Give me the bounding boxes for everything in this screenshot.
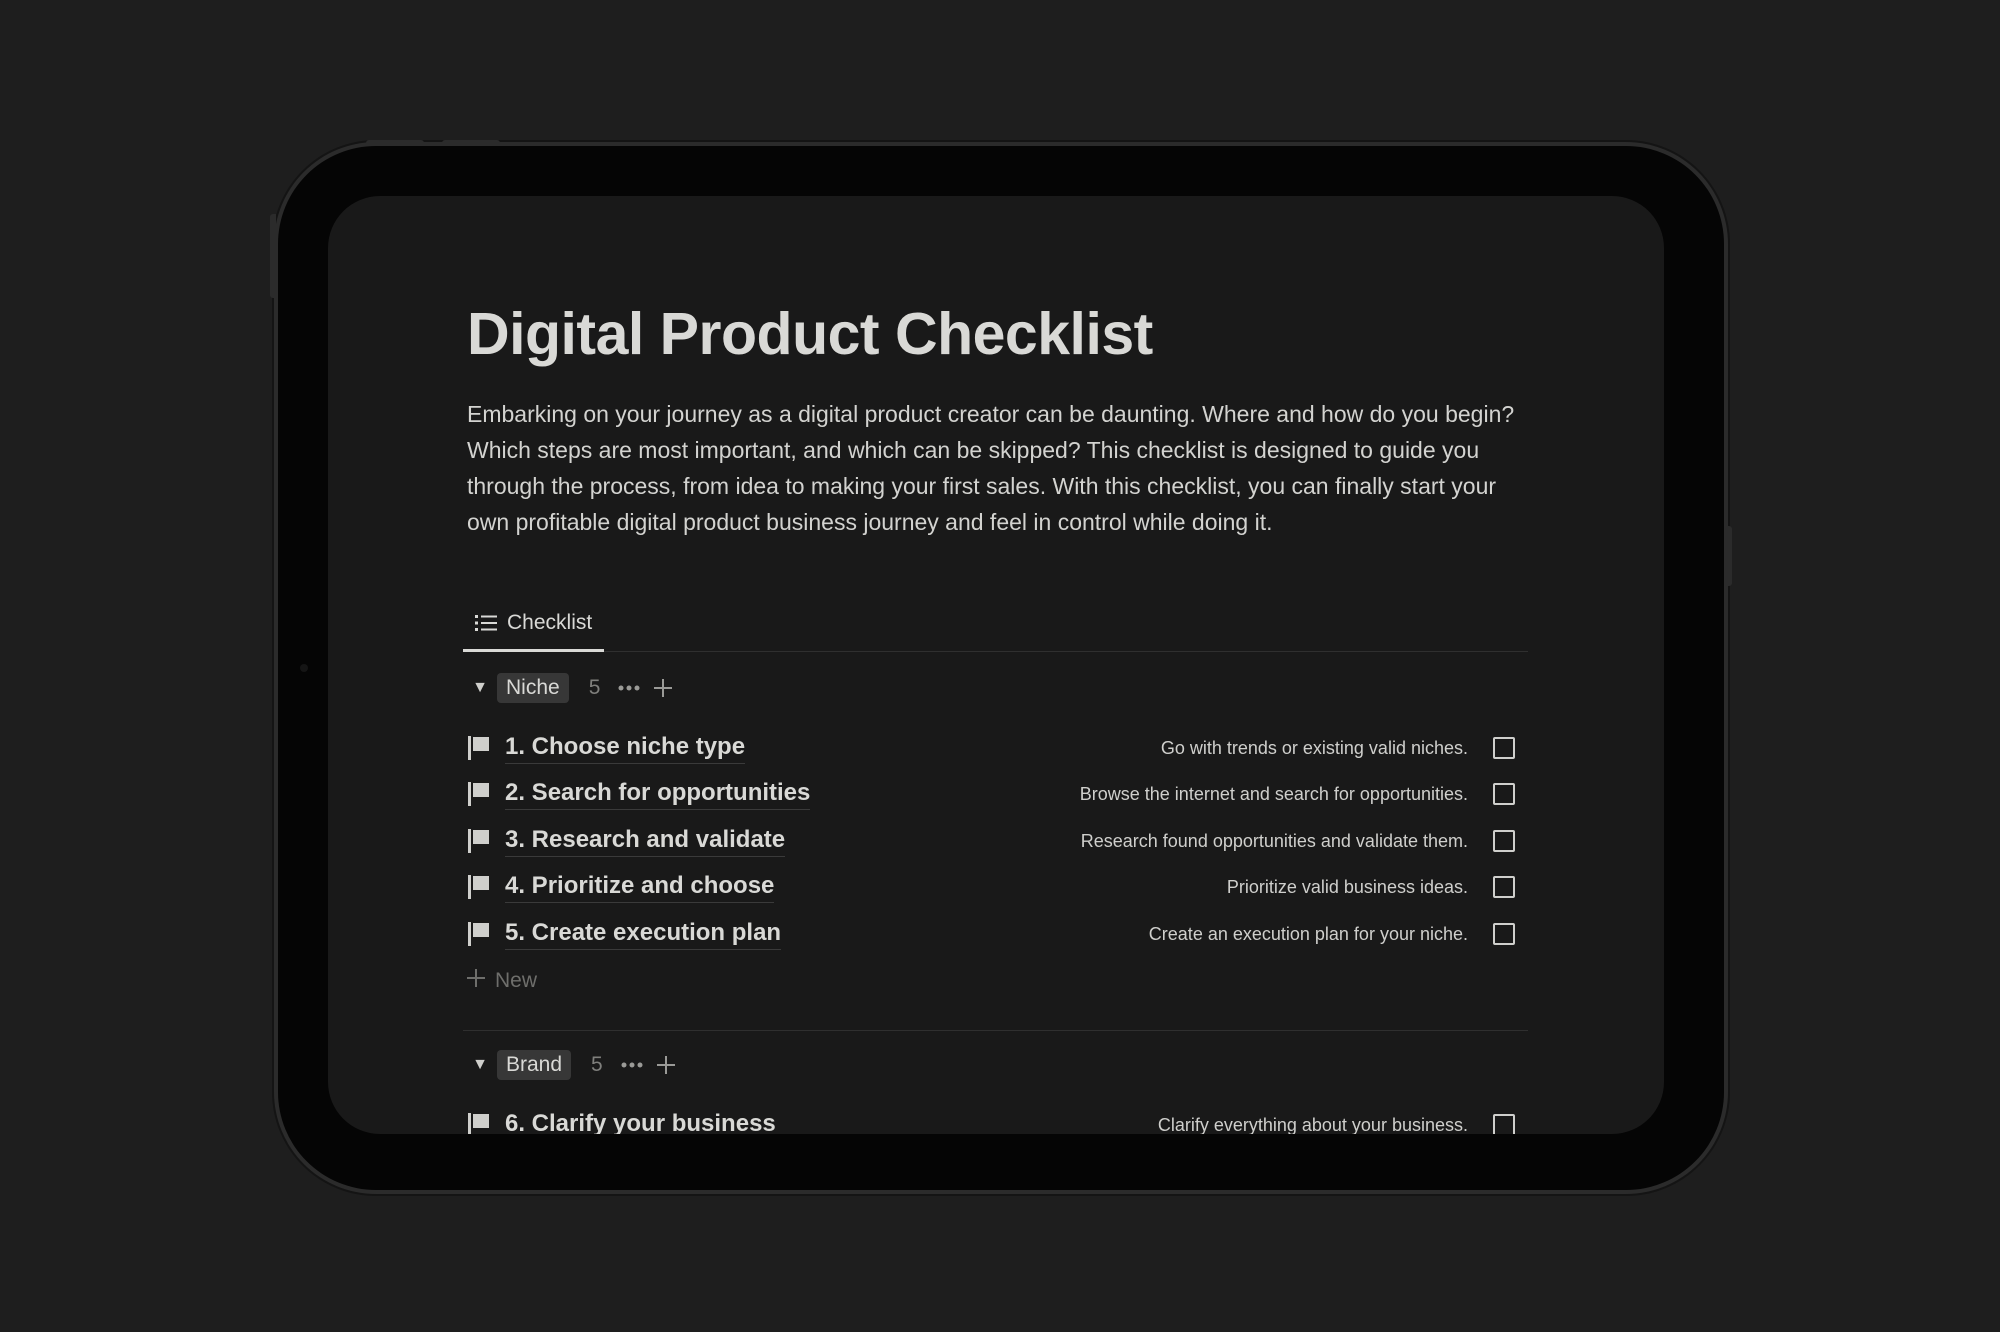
checklist-row[interactable]: 3. Research and validate Research found … — [463, 818, 1528, 864]
item-title[interactable]: 6. Clarify your business — [505, 1110, 776, 1135]
item-title[interactable]: 2. Search for opportunities — [505, 779, 811, 810]
checklist-row[interactable]: 2. Search for opportunities Browse the i… — [463, 771, 1528, 817]
front-camera — [300, 664, 308, 672]
flag-icon — [467, 735, 495, 761]
tab-checklist-label: Checklist — [507, 610, 593, 634]
item-title[interactable]: 3. Research and validate — [505, 826, 786, 857]
side-button — [270, 214, 276, 298]
checklist-row[interactable]: 4. Prioritize and choose Prioritize vali… — [463, 864, 1528, 910]
flag-icon — [467, 874, 495, 900]
item-checkbox[interactable] — [1493, 1114, 1515, 1134]
item-title[interactable]: 4. Prioritize and choose — [505, 872, 775, 903]
item-description: Prioritize valid business ideas. — [1226, 876, 1468, 897]
group-count: 5 — [588, 676, 601, 699]
new-item-button[interactable]: New — [467, 961, 537, 1001]
item-checkbox[interactable] — [1493, 737, 1515, 759]
collapse-toggle-icon[interactable]: ▼ — [463, 679, 497, 697]
flag-icon — [467, 781, 495, 807]
new-item-label: New — [495, 969, 538, 992]
item-description: Clarify everything about your business. — [1157, 1114, 1468, 1135]
plus-icon — [467, 969, 485, 993]
item-description: Browse the internet and search for oppor… — [1079, 783, 1468, 804]
page-title: Digital Product Checklist — [467, 301, 1153, 367]
item-checkbox[interactable] — [1493, 876, 1515, 898]
item-description: Go with trends or existing valid niches. — [1160, 737, 1468, 758]
flag-icon — [467, 921, 495, 947]
add-icon[interactable] — [654, 679, 673, 697]
group-header-niche: ▼ Niche 5 — [463, 668, 673, 708]
more-options-icon[interactable] — [618, 685, 640, 691]
volume-up-button — [366, 140, 424, 146]
checklist-row[interactable]: 1. Choose niche type Go with trends or e… — [463, 725, 1528, 771]
item-checkbox[interactable] — [1493, 923, 1515, 945]
tablet-device: Digital Product Checklist Embarking on y… — [270, 140, 1732, 1190]
item-checkbox[interactable] — [1493, 783, 1515, 805]
right-side-button — [1726, 526, 1732, 586]
flag-icon — [467, 828, 495, 854]
checklist-row[interactable]: 5. Create execution plan Create an execu… — [463, 911, 1528, 957]
item-checkbox[interactable] — [1493, 830, 1515, 852]
page-description: Embarking on your journey as a digital p… — [467, 401, 1515, 535]
add-icon[interactable] — [656, 1056, 675, 1074]
group-divider — [463, 1030, 1528, 1031]
collapse-toggle-icon[interactable]: ▼ — [463, 1056, 497, 1074]
group-count: 5 — [591, 1053, 603, 1076]
item-title[interactable]: 5. Create execution plan — [505, 919, 782, 950]
checklist-row[interactable]: 6. Clarify your business Clarify everyth… — [463, 1102, 1528, 1134]
item-title[interactable]: 1. Choose niche type — [505, 733, 746, 764]
group-label-brand[interactable]: Brand — [497, 1050, 572, 1080]
group-label-niche[interactable]: Niche — [497, 673, 569, 703]
flag-icon — [467, 1112, 495, 1134]
item-description: Create an execution plan for your niche. — [1148, 923, 1468, 944]
list-icon — [475, 614, 497, 632]
screen: Digital Product Checklist Embarking on y… — [328, 196, 1664, 1134]
more-options-icon[interactable] — [621, 1062, 643, 1068]
group-header-brand: ▼ Brand 5 — [463, 1045, 675, 1085]
volume-down-button — [442, 140, 500, 146]
item-description: Research found opportunities and validat… — [1080, 830, 1468, 851]
tab-checklist[interactable]: Checklist — [463, 596, 605, 652]
view-tabs: Checklist — [463, 596, 1528, 652]
